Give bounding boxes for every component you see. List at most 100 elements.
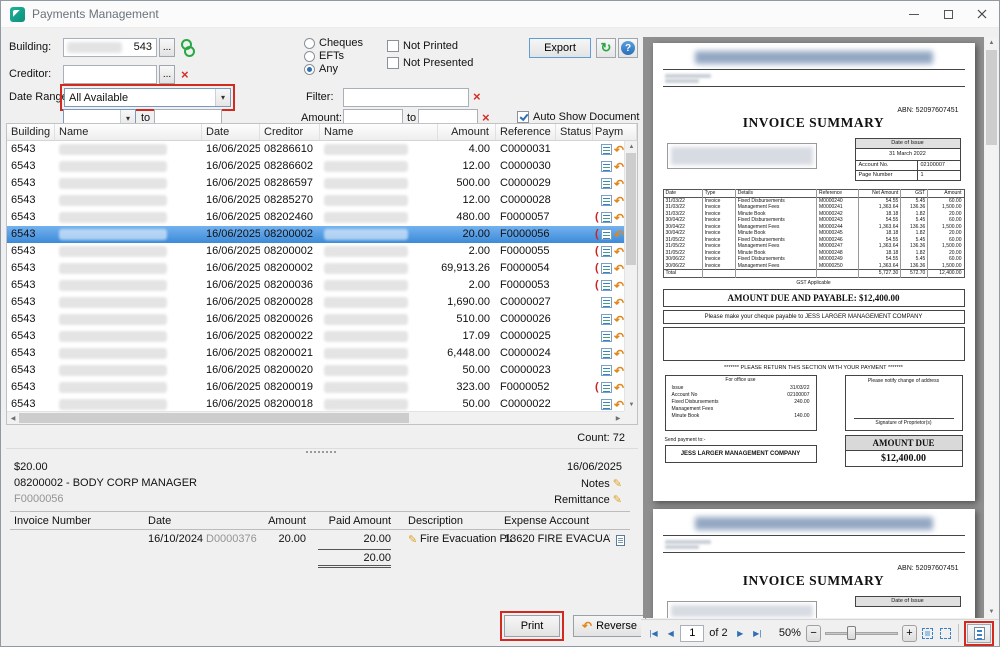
remittance-advice-icon[interactable] (600, 399, 612, 410)
checkbox-not-printed[interactable]: Not Printed (387, 39, 458, 52)
radio-efts[interactable]: EFTs (304, 50, 344, 62)
filter-input[interactable] (343, 88, 469, 107)
export-button[interactable]: Export (529, 38, 591, 58)
payment-row[interactable]: 6543 16/06/2025 08286602 12.00 C0000030 … (7, 158, 624, 175)
remittance-advice-icon[interactable] (600, 161, 612, 172)
splitter-handle[interactable] (306, 451, 336, 453)
payment-row[interactable]: 6543 16/06/2025 08200002 20.00 F0000056 … (7, 226, 624, 243)
checkbox-not-presented[interactable]: Not Presented (387, 56, 473, 69)
column-header-building[interactable]: Building (7, 124, 55, 140)
zoom-slider-thumb[interactable] (847, 626, 857, 640)
date-range-select[interactable]: All Available ▾ (64, 88, 231, 107)
column-header-amount[interactable]: Amount (438, 124, 496, 140)
column-header-date[interactable]: Date (202, 124, 260, 140)
reverse-payment-icon[interactable]: ↶ (614, 195, 624, 207)
previous-page-button[interactable]: ◀ (663, 623, 678, 643)
scroll-up-icon[interactable]: ▲ (985, 37, 998, 49)
payment-row[interactable]: 6543 16/06/2025 08200036 2.00 F0000053 (… (7, 277, 624, 294)
scroll-down-icon[interactable]: ▼ (625, 399, 637, 411)
maximize-button[interactable] (931, 1, 965, 27)
zoom-out-button[interactable]: − (805, 624, 822, 642)
last-page-button[interactable]: ▶| (750, 623, 765, 643)
scroll-down-icon[interactable]: ▼ (985, 606, 998, 618)
remittance-advice-icon[interactable] (600, 331, 612, 342)
fit-width-button[interactable] (937, 624, 953, 642)
payment-row[interactable]: 6543 16/06/2025 08200002 69,913.26 F0000… (7, 260, 624, 277)
remittance-advice-icon[interactable] (600, 297, 612, 308)
remittance-advice-icon[interactable] (600, 382, 612, 393)
remittance-advice-icon[interactable] (600, 348, 612, 359)
radio-cheques[interactable]: Cheques (304, 37, 363, 49)
reverse-button[interactable]: ↶ Reverse (573, 615, 647, 637)
grid-horizontal-scrollbar[interactable]: ◀ ▶ (7, 411, 624, 424)
payment-row[interactable]: 6543 16/06/2025 08200020 50.00 C0000023 … (7, 362, 624, 379)
payment-row[interactable]: 6543 16/06/2025 08200022 17.09 C0000025 … (7, 328, 624, 345)
remittance-advice-icon[interactable] (600, 246, 612, 257)
help-button[interactable]: ? (618, 38, 638, 58)
preview-vertical-scrollbar[interactable]: ▲ ▼ (985, 37, 998, 618)
reverse-payment-icon[interactable]: ↶ (614, 144, 624, 156)
reverse-payment-icon[interactable]: ↶ (614, 314, 624, 326)
zoom-in-button[interactable]: + (901, 624, 918, 642)
creditor-browse-button[interactable]: ... (159, 65, 175, 84)
toggle-preview-button[interactable] (967, 623, 992, 643)
remittance-advice-icon[interactable] (600, 280, 612, 291)
remittance-advice-icon[interactable] (600, 263, 612, 274)
page-number-input[interactable] (680, 624, 705, 642)
pencil-icon[interactable]: ✎ (408, 533, 417, 546)
print-button[interactable]: Print (504, 615, 560, 637)
next-page-button[interactable]: ▶ (733, 623, 748, 643)
expense-document-icon[interactable] (616, 535, 625, 546)
payment-row[interactable]: 6543 16/06/2025 08286610 4.00 C0000031 (… (7, 141, 624, 158)
chevron-down-icon[interactable]: ▾ (215, 89, 230, 106)
reverse-payment-icon[interactable]: ↶ (614, 178, 624, 190)
reverse-payment-icon[interactable]: ↶ (614, 280, 624, 292)
minimize-button[interactable] (897, 1, 931, 27)
reverse-payment-icon[interactable]: ↶ (614, 365, 624, 377)
remittance-advice-icon[interactable] (600, 365, 612, 376)
remittance-advice-icon[interactable] (600, 229, 612, 240)
scroll-right-icon[interactable]: ▶ (612, 412, 624, 424)
building-browse-button[interactable]: ... (159, 38, 175, 57)
column-header-reference[interactable]: Reference (496, 124, 556, 140)
remittance-advice-icon[interactable] (600, 178, 612, 189)
scroll-left-icon[interactable]: ◀ (7, 412, 19, 424)
reverse-payment-icon[interactable]: ↶ (614, 348, 624, 360)
reverse-payment-icon[interactable]: ↶ (614, 399, 624, 411)
reverse-payment-icon[interactable]: ↶ (614, 331, 624, 343)
creditor-input[interactable] (63, 65, 157, 84)
payment-row[interactable]: 6543 16/06/2025 08200018 50.00 C0000022 … (7, 396, 624, 411)
notes-link[interactable]: Notes ✎ (581, 477, 622, 490)
grid-vertical-scrollbar[interactable]: ▲ ▼ (624, 141, 637, 411)
column-header-status[interactable]: Status (556, 124, 593, 140)
scrollbar-thumb[interactable] (626, 153, 636, 265)
reverse-payment-icon[interactable]: ↶ (614, 246, 624, 258)
remittance-advice-icon[interactable] (600, 314, 612, 325)
scrollbar-thumb[interactable] (19, 413, 409, 423)
reverse-payment-icon[interactable]: ↶ (614, 382, 624, 394)
scrollbar-thumb[interactable] (986, 50, 997, 145)
fit-page-button[interactable] (919, 624, 935, 642)
payment-row[interactable]: 6543 16/06/2025 08202460 480.00 F0000057… (7, 209, 624, 226)
invoice-allocation-row[interactable]: 16/10/2024 D0000376 20.00 20.00 ✎ Fire E… (6, 533, 638, 549)
building-input[interactable]: 543 (63, 38, 157, 57)
refresh-button[interactable]: ↻ (596, 38, 616, 58)
payment-row[interactable]: 6543 16/06/2025 08200028 1,690.00 C00000… (7, 294, 624, 311)
payment-row[interactable]: 6543 16/06/2025 08285270 12.00 C0000028 … (7, 192, 624, 209)
reverse-payment-icon[interactable]: ↶ (614, 161, 624, 173)
payment-row[interactable]: 6543 16/06/2025 08200021 6,448.00 C00000… (7, 345, 624, 362)
remittance-link[interactable]: Remittance ✎ (554, 493, 622, 506)
payment-row[interactable]: 6543 16/06/2025 08200019 323.00 F0000052… (7, 379, 624, 396)
zoom-slider[interactable] (823, 624, 900, 642)
document-preview-viewport[interactable]: ABN: 52097607451 INVOICE SUMMARY Date of… (643, 37, 984, 618)
checkbox-auto-show-document[interactable]: Auto Show Document (517, 110, 639, 123)
column-header-payment[interactable]: Paym (593, 124, 637, 140)
zoom-slider-track[interactable] (825, 632, 898, 635)
building-link-icon[interactable] (180, 39, 195, 57)
payment-row[interactable]: 6543 16/06/2025 08286597 500.00 C0000029… (7, 175, 624, 192)
remittance-advice-icon[interactable] (600, 144, 612, 155)
payment-row[interactable]: 6543 16/06/2025 08200026 510.00 C0000026… (7, 311, 624, 328)
reverse-payment-icon[interactable]: ↶ (614, 263, 624, 275)
remittance-advice-icon[interactable] (600, 212, 612, 223)
remittance-advice-icon[interactable] (600, 195, 612, 206)
